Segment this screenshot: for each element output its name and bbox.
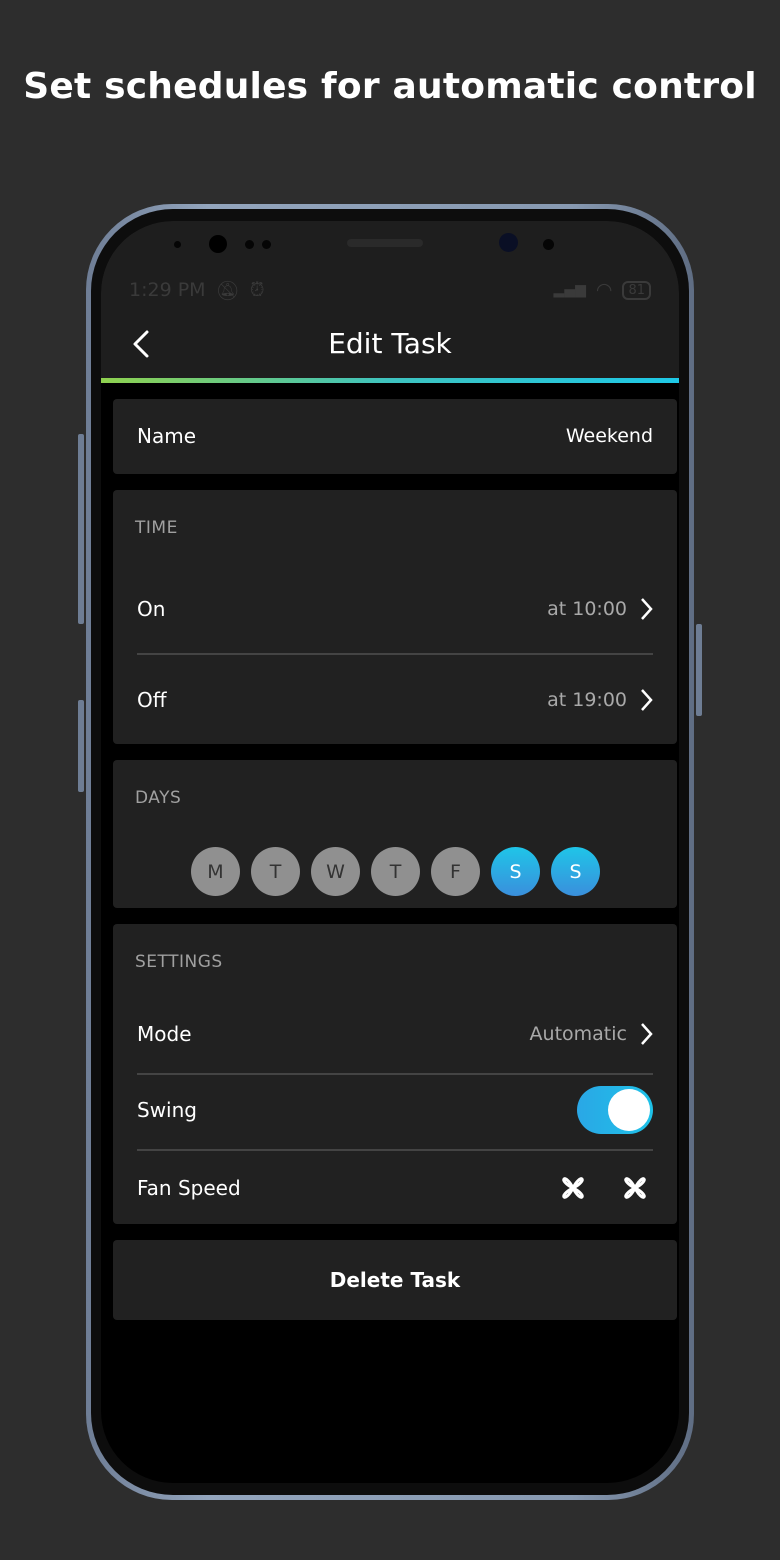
screen: 1:29 PM 🔕︎ ⏰︎ ▂▄▆ ◠ 81 Edit Task Name We…: [101, 221, 679, 1483]
time-card: TIME On at 10:00 Off at 19:00: [113, 490, 677, 744]
day-sunday[interactable]: S: [551, 847, 600, 896]
iris-camera: [499, 233, 518, 252]
time-section-title: TIME: [135, 518, 178, 538]
side-button: [696, 624, 702, 716]
headline: Set schedules for automatic control: [23, 66, 757, 107]
time-off-row[interactable]: Off at 19:00: [137, 688, 653, 712]
fan-speed-high-icon[interactable]: [617, 1170, 653, 1206]
signal-icon: ▂▄▆: [553, 282, 586, 298]
day-wednesday[interactable]: W: [311, 847, 360, 896]
mode-value: Automatic: [529, 1023, 627, 1045]
mode-row[interactable]: Mode Automatic: [137, 1022, 653, 1046]
name-value: Weekend: [565, 425, 653, 447]
divider: [137, 1149, 653, 1151]
divider: [137, 1073, 653, 1075]
on-value: at 10:00: [547, 598, 627, 620]
front-camera: [209, 235, 227, 253]
sensor-dot: [543, 239, 554, 250]
day-selector: M T W T F S S: [191, 847, 600, 896]
settings-card: SETTINGS Mode Automatic Swing Fan Speed: [113, 924, 677, 1224]
chevron-right-icon: [641, 1023, 653, 1045]
swing-label: Swing: [137, 1098, 197, 1122]
sensor-dot: [245, 240, 254, 249]
sensor-dot: [262, 240, 271, 249]
chevron-right-icon: [641, 689, 653, 711]
mode-label: Mode: [137, 1022, 192, 1046]
day-friday[interactable]: F: [431, 847, 480, 896]
app-header: 1:29 PM 🔕︎ ⏰︎ ▂▄▆ ◠ 81 Edit Task: [101, 221, 679, 383]
sensor-dot: [174, 241, 181, 248]
accent-line: [101, 378, 679, 383]
off-value: at 19:00: [547, 689, 627, 711]
divider: [137, 653, 653, 655]
earpiece-speaker: [347, 239, 423, 247]
delete-task-button[interactable]: Delete Task: [113, 1240, 677, 1320]
swing-toggle[interactable]: [577, 1086, 653, 1134]
page-title: Edit Task: [328, 327, 452, 360]
swing-row: Swing: [137, 1086, 653, 1134]
name-label: Name: [137, 424, 197, 448]
settings-section-title: SETTINGS: [135, 952, 223, 972]
days-section-title: DAYS: [135, 788, 182, 808]
day-monday[interactable]: M: [191, 847, 240, 896]
day-saturday[interactable]: S: [491, 847, 540, 896]
phone-bezel: 1:29 PM 🔕︎ ⏰︎ ▂▄▆ ◠ 81 Edit Task Name We…: [91, 209, 689, 1495]
wifi-icon: ◠: [595, 279, 613, 301]
status-bar: 1:29 PM 🔕︎ ⏰︎ ▂▄▆ ◠ 81: [129, 277, 651, 303]
name-row[interactable]: Name Weekend: [113, 399, 677, 474]
day-tuesday[interactable]: T: [251, 847, 300, 896]
alarm-icon: ⏰︎: [249, 279, 265, 301]
on-label: On: [137, 597, 166, 621]
mute-icon: 🔕︎: [215, 279, 240, 302]
chevron-right-icon: [641, 598, 653, 620]
fan-speed-low-icon[interactable]: [555, 1170, 591, 1206]
days-card: DAYS M T W T F S S: [113, 760, 677, 908]
day-thursday[interactable]: T: [371, 847, 420, 896]
off-label: Off: [137, 688, 167, 712]
phone-frame: 1:29 PM 🔕︎ ⏰︎ ▂▄▆ ◠ 81 Edit Task Name We…: [78, 204, 702, 1500]
power-left-button: [78, 700, 84, 792]
time-on-row[interactable]: On at 10:00: [137, 597, 653, 621]
battery-icon: 81: [622, 280, 651, 300]
volume-button: [78, 434, 84, 624]
fan-speed-row: Fan Speed: [137, 1170, 653, 1206]
toggle-knob: [608, 1089, 650, 1131]
fan-speed-label: Fan Speed: [137, 1176, 241, 1200]
status-time: 1:29 PM: [129, 279, 206, 301]
